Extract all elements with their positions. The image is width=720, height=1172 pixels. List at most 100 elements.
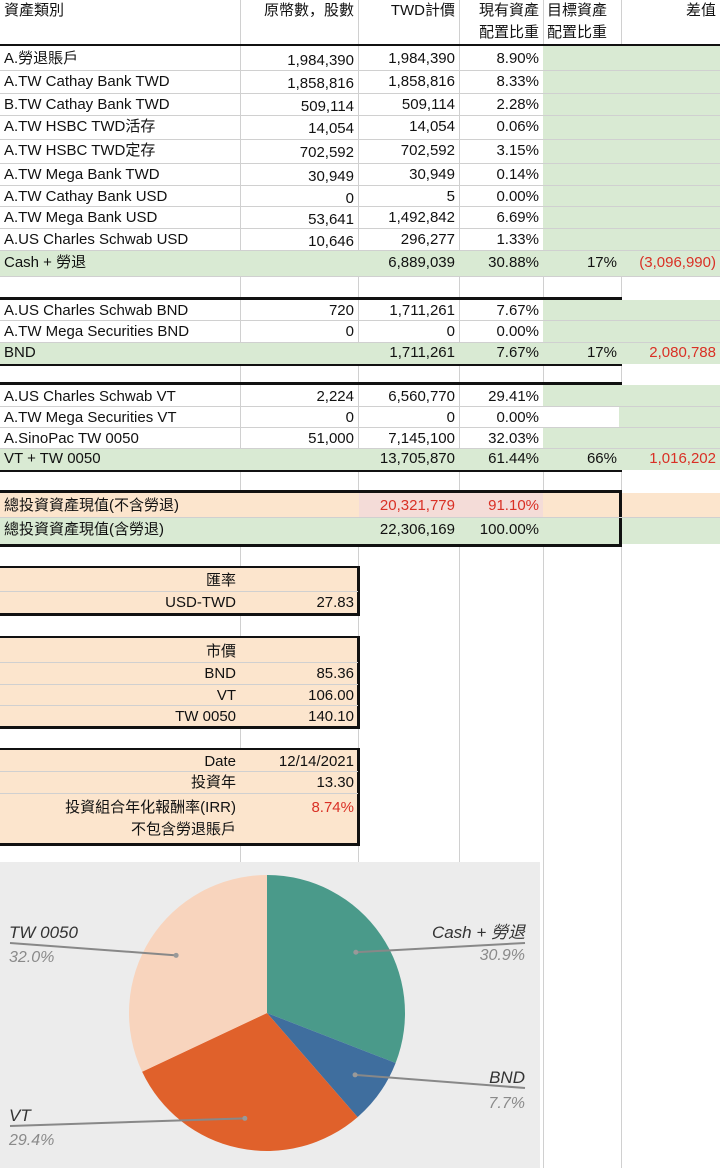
stats-years-value[interactable]: 13.30 [240, 772, 358, 793]
price-label[interactable]: TW 0050 [0, 706, 240, 727]
price-value[interactable]: 106.00 [240, 685, 358, 706]
asset-quantity[interactable]: 53,641 [240, 209, 358, 230]
bnd-total-target[interactable]: 17% [543, 342, 621, 364]
header-quantity[interactable]: 原幣數，股數 [240, 0, 358, 22]
cash-total-diff[interactable]: (3,096,990) [621, 252, 720, 274]
asset-twd[interactable]: 702,592 [358, 140, 459, 161]
asset-name[interactable]: A.TW Mega Securities BND [0, 321, 240, 342]
asset-quantity[interactable]: 51,000 [240, 428, 358, 449]
vt-total-label[interactable]: VT + TW 0050 [0, 448, 240, 470]
asset-name[interactable]: A.SinoPac TW 0050 [0, 428, 240, 449]
allocation-pie-chart[interactable]: TW 0050 32.0% Cash + 勞退 30.9% BND 7.7% V… [0, 862, 540, 1168]
asset-quantity[interactable]: 30,949 [240, 166, 358, 187]
asset-name[interactable]: B.TW Cathay Bank TWD [0, 94, 240, 115]
asset-quantity[interactable]: 1,984,390 [240, 50, 358, 71]
asset-twd[interactable]: 7,145,100 [358, 428, 459, 449]
summary-incl-pct[interactable]: 100.00% [459, 519, 543, 541]
vt-total-twd[interactable]: 13,705,870 [358, 448, 459, 470]
fx-label[interactable]: USD-TWD [0, 592, 240, 613]
stats-date-value[interactable]: 12/14/2021 [240, 751, 358, 772]
asset-name[interactable]: A.TW Mega Bank TWD [0, 164, 240, 185]
asset-twd[interactable]: 1,711,261 [358, 300, 459, 321]
asset-quantity[interactable]: 0 [240, 407, 358, 428]
asset-quantity[interactable]: 509,114 [240, 96, 358, 117]
asset-name[interactable]: A.TW Cathay Bank USD [0, 186, 240, 207]
asset-weight[interactable]: 0.00% [459, 321, 543, 342]
asset-weight[interactable]: 0.14% [459, 164, 543, 185]
price-label[interactable]: VT [0, 685, 240, 706]
header-current-weight-2[interactable]: 配置比重 [459, 22, 543, 44]
header-difference[interactable]: 差值 [621, 0, 720, 22]
asset-weight[interactable]: 0.06% [459, 116, 543, 137]
summary-excl-label[interactable]: 總投資資產現值(不含勞退) [0, 495, 240, 517]
asset-weight[interactable]: 8.33% [459, 71, 543, 92]
summary-excl-pct[interactable]: 91.10% [459, 495, 543, 517]
asset-weight[interactable]: 32.03% [459, 428, 543, 449]
header-twd-value[interactable]: TWD計價 [358, 0, 459, 22]
asset-name[interactable]: A.US Charles Schwab USD [0, 229, 240, 250]
asset-name[interactable]: A.TW Mega Securities VT [0, 407, 240, 428]
asset-quantity[interactable]: 10,646 [240, 231, 358, 252]
cash-total-pct[interactable]: 30.88% [459, 252, 543, 274]
asset-weight[interactable]: 2.28% [459, 94, 543, 115]
price-value[interactable]: 140.10 [240, 706, 358, 727]
asset-twd[interactable]: 14,054 [358, 116, 459, 137]
asset-quantity[interactable]: 1,858,816 [240, 73, 358, 94]
asset-twd[interactable]: 1,984,390 [358, 48, 459, 69]
fx-title[interactable]: 匯率 [0, 570, 240, 591]
asset-quantity[interactable]: 0 [240, 321, 358, 342]
asset-name[interactable]: A.TW HSBC TWD定存 [0, 140, 240, 161]
cash-total-target[interactable]: 17% [543, 252, 621, 274]
asset-name[interactable]: A.TW Cathay Bank TWD [0, 71, 240, 92]
asset-name[interactable]: A.TW Mega Bank USD [0, 207, 240, 228]
stats-irr-value[interactable]: 8.74% [240, 797, 358, 818]
asset-weight[interactable]: 1.33% [459, 229, 543, 250]
vt-total-pct[interactable]: 61.44% [459, 448, 543, 470]
asset-twd[interactable]: 0 [358, 321, 459, 342]
asset-name[interactable]: A.勞退賬戶 [0, 48, 240, 69]
asset-name[interactable]: A.TW HSBC TWD活存 [0, 116, 240, 137]
asset-twd[interactable]: 1,858,816 [358, 71, 459, 92]
summary-incl-label[interactable]: 總投資資產現值(含勞退) [0, 519, 240, 541]
asset-weight[interactable]: 8.90% [459, 48, 543, 69]
summary-excl-twd[interactable]: 20,321,779 [358, 495, 459, 517]
header-target-weight-2[interactable]: 配置比重 [543, 22, 621, 44]
asset-twd[interactable]: 509,114 [358, 94, 459, 115]
asset-quantity[interactable]: 720 [240, 300, 358, 321]
prices-title[interactable]: 市價 [0, 641, 240, 662]
asset-twd[interactable]: 5 [358, 186, 459, 207]
bnd-total-diff[interactable]: 2,080,788 [621, 342, 720, 364]
asset-twd[interactable]: 6,560,770 [358, 386, 459, 407]
asset-name[interactable]: A.US Charles Schwab BND [0, 300, 240, 321]
asset-twd[interactable]: 0 [358, 407, 459, 428]
asset-weight[interactable]: 29.41% [459, 386, 543, 407]
header-target-weight-1[interactable]: 目標資產 [543, 0, 621, 22]
asset-weight[interactable]: 6.69% [459, 207, 543, 228]
asset-twd[interactable]: 1,492,842 [358, 207, 459, 228]
asset-quantity[interactable]: 2,224 [240, 386, 358, 407]
stats-years-label[interactable]: 投資年 [0, 772, 240, 793]
bnd-total-pct[interactable]: 7.67% [459, 342, 543, 364]
asset-twd[interactable]: 296,277 [358, 229, 459, 250]
cash-total-label[interactable]: Cash + 勞退 [0, 252, 240, 274]
fx-value[interactable]: 27.83 [240, 592, 358, 613]
cash-total-twd[interactable]: 6,889,039 [358, 252, 459, 274]
asset-quantity[interactable]: 14,054 [240, 118, 358, 139]
asset-twd[interactable]: 30,949 [358, 164, 459, 185]
header-asset-class[interactable]: 資產類別 [0, 0, 240, 22]
stats-date-label[interactable]: Date [0, 751, 240, 772]
price-label[interactable]: BND [0, 663, 240, 684]
bnd-total-label[interactable]: BND [0, 342, 240, 364]
asset-quantity[interactable]: 702,592 [240, 142, 358, 163]
price-value[interactable]: 85.36 [240, 663, 358, 684]
vt-total-target[interactable]: 66% [543, 448, 621, 470]
header-current-weight-1[interactable]: 現有資產 [459, 0, 543, 22]
asset-weight[interactable]: 7.67% [459, 300, 543, 321]
bnd-total-twd[interactable]: 1,711,261 [358, 342, 459, 364]
summary-incl-twd[interactable]: 22,306,169 [358, 519, 459, 541]
asset-weight[interactable]: 0.00% [459, 186, 543, 207]
asset-weight[interactable]: 3.15% [459, 140, 543, 161]
vt-total-diff[interactable]: 1,016,202 [621, 448, 720, 470]
stats-irr-label[interactable]: 投資組合年化報酬率(IRR) [0, 797, 240, 818]
asset-weight[interactable]: 0.00% [459, 407, 543, 428]
